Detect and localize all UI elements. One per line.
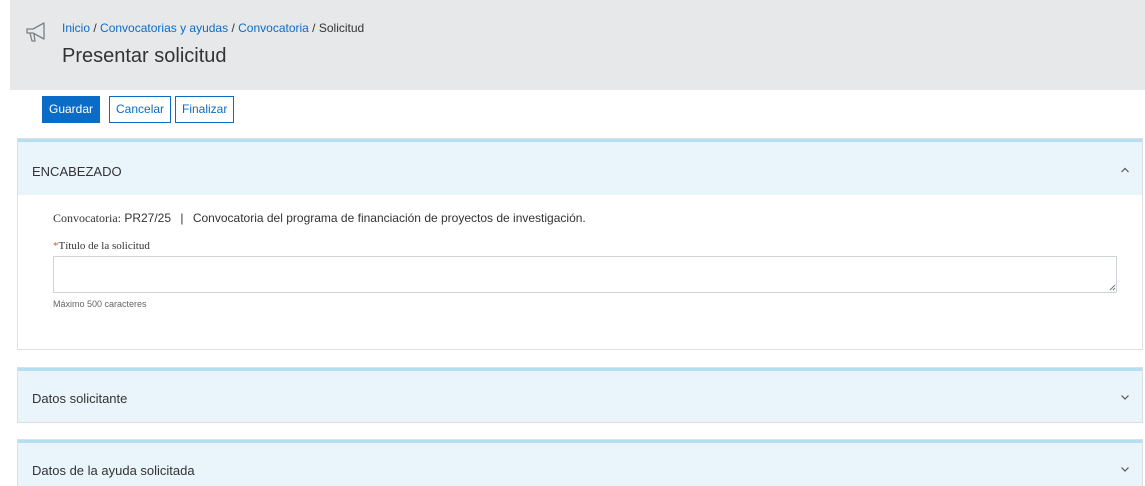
chevron-down-icon[interactable]: [1120, 465, 1130, 473]
convocatoria-info: Convocatoria: PR27/25 | Convocatoria del…: [53, 211, 586, 226]
save-button[interactable]: Guardar: [42, 96, 101, 123]
title-textarea[interactable]: [53, 256, 1117, 293]
breadcrumb-convocatoria[interactable]: Convocatoria: [238, 21, 309, 35]
breadcrumb-current: Solicitud: [318, 21, 365, 35]
panel-datos-ayuda-title: Datos de la ayuda solicitada: [32, 463, 195, 478]
convocatoria-description: Convocatoria del programa de financiació…: [192, 211, 586, 225]
breadcrumb: Inicio / Convocatorias y ayudas / Convoc…: [62, 21, 364, 35]
finish-button[interactable]: Finalizar: [175, 96, 235, 123]
panel-encabezado-title: ENCABEZADO: [32, 164, 122, 179]
page-header: Inicio / Convocatorias y ayudas / Convoc…: [10, 0, 1145, 90]
convocatoria-separator: |: [180, 211, 184, 225]
breadcrumb-separator: /: [228, 21, 239, 35]
panel-datos-ayuda: Datos de la ayuda solicitada: [17, 439, 1143, 486]
breadcrumb-separator: /: [308, 21, 319, 35]
title-field-label-text: Título de la solicitud: [58, 240, 150, 252]
panel-datos-solicitante: Datos solicitante: [17, 367, 1143, 423]
breadcrumb-inicio[interactable]: Inicio: [62, 21, 90, 35]
title-field-label: *Título de la solicitud: [53, 240, 150, 252]
panel-datos-solicitante-header[interactable]: Datos solicitante: [18, 368, 1142, 422]
megaphone-icon: [26, 22, 45, 42]
panel-datos-solicitante-title: Datos solicitante: [32, 391, 128, 406]
panel-encabezado: ENCABEZADO: [17, 138, 1143, 350]
chevron-down-icon[interactable]: [1120, 393, 1130, 401]
chevron-up-icon[interactable]: [1120, 166, 1130, 174]
breadcrumb-separator: /: [90, 21, 101, 35]
title-field-hint: Máximo 500 caracteres: [53, 299, 147, 309]
panel-datos-ayuda-header[interactable]: Datos de la ayuda solicitada: [18, 440, 1142, 486]
left-edge-strip: [0, 0, 10, 486]
convocatoria-code: PR27/25: [124, 211, 172, 225]
panel-encabezado-header[interactable]: ENCABEZADO: [18, 139, 1142, 195]
resize-grip-icon[interactable]: [1108, 283, 1116, 291]
breadcrumb-convocatorias[interactable]: Convocatorias y ayudas: [100, 21, 228, 35]
cancel-button[interactable]: Cancelar: [109, 96, 172, 123]
convocatoria-label: Convocatoria:: [53, 211, 121, 225]
page-title: Presentar solicitud: [62, 45, 227, 67]
